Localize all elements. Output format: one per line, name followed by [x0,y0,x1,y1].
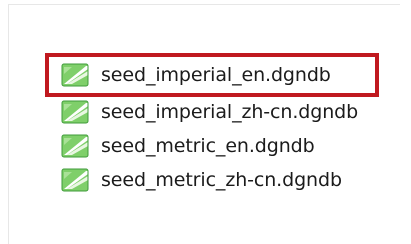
dgndb-file-icon [61,100,91,124]
file-explorer-panel: seed_imperial_en.dgndb seed_imperial_zh-… [8,4,400,244]
file-list: seed_imperial_en.dgndb seed_imperial_zh-… [45,53,387,197]
file-item-seed-imperial-zh-cn[interactable]: seed_imperial_zh-cn.dgndb [57,95,387,129]
file-item-seed-metric-en[interactable]: seed_metric_en.dgndb [57,129,387,163]
file-name: seed_metric_en.dgndb [101,135,315,157]
dgndb-file-icon [61,168,91,192]
file-name: seed_imperial_en.dgndb [101,64,331,86]
dgndb-file-icon [61,63,91,87]
file-name: seed_imperial_zh-cn.dgndb [101,101,359,123]
file-item-seed-imperial-en[interactable]: seed_imperial_en.dgndb [45,53,379,97]
file-name: seed_metric_zh-cn.dgndb [101,169,342,191]
dgndb-file-icon [61,134,91,158]
file-item-seed-metric-zh-cn[interactable]: seed_metric_zh-cn.dgndb [57,163,387,197]
